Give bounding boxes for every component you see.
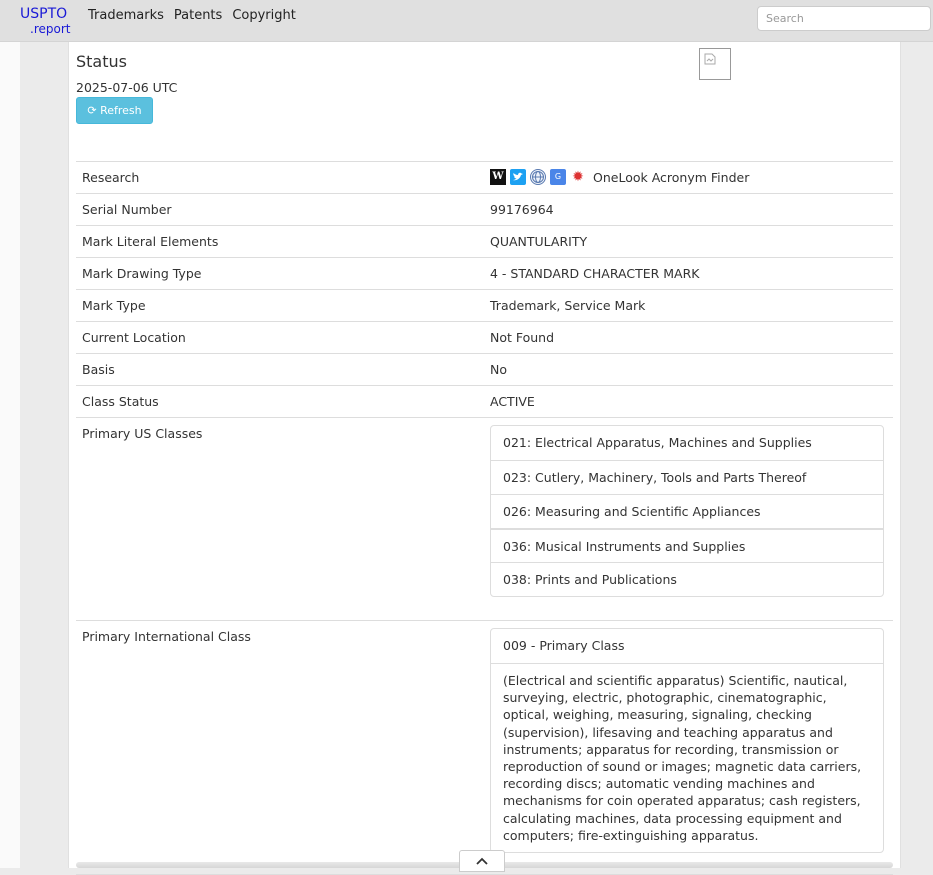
table-row: Basis No [76,353,893,385]
search-input[interactable] [757,6,931,31]
onelook-acronym-link[interactable]: OneLook Acronym Finder [593,170,749,185]
drawing-type-value: 4 - STANDARD CHARACTER MARK [490,266,700,281]
brand-title: USPTO [20,6,68,22]
brand-subtitle: .report [30,22,71,36]
table-row-us-classes: Primary US Classes 021: Electrical Appar… [76,417,893,620]
list-item: 036: Musical Instruments and Supplies [491,528,883,562]
row-label: Mark Literal Elements [82,234,219,249]
mark-image [699,48,731,80]
nav-trademarks[interactable]: Trademarks [88,8,164,23]
mark-type-value: Trademark, Service Mark [490,298,646,313]
table-row: Current Location Not Found [76,321,893,353]
class-status-value: ACTIVE [490,394,535,409]
nav-links: Trademarks Patents Copyright [88,8,296,23]
serial-number-value: 99176964 [490,202,554,217]
table-row-research: Research W G ✹ OneLook Acronym Finder [76,161,893,193]
table-row: Mark Type Trademark, Service Mark [76,289,893,321]
row-label: Primary US Classes [82,426,203,441]
row-label: Class Status [82,394,159,409]
table-row: Serial Number 99176964 [76,193,893,225]
mark-literal-value: QUANTULARITY [490,234,588,249]
list-item: 026: Measuring and Scientific Appliances [491,494,883,528]
onelook-icon[interactable]: ✹ [570,169,586,185]
basis-value: No [490,362,507,377]
scroll-to-top-button[interactable] [459,850,505,872]
nav-patents[interactable]: Patents [174,8,222,23]
row-label: Mark Drawing Type [82,266,202,281]
nav-copyright[interactable]: Copyright [232,8,296,23]
broken-image-icon [704,53,716,65]
current-location-value: Not Found [490,330,555,345]
globe-icon[interactable] [530,169,546,185]
top-navbar: USPTO .report Trademarks Patents Copyrig… [0,0,933,42]
list-item: 038: Prints and Publications [491,562,883,596]
refresh-button[interactable]: ⟳ Refresh [76,97,153,124]
research-links: W G ✹ OneLook Acronym Finder [490,169,749,185]
row-label: Mark Type [82,298,146,313]
table-row-intl-class: Primary International Class 009 - Primar… [76,620,893,875]
table-row: Mark Literal Elements QUANTULARITY [76,225,893,257]
intl-class-description: (Electrical and scientific apparatus) Sc… [503,673,862,843]
row-label: Basis [82,362,115,377]
chevron-up-icon [476,857,488,865]
brand-logo-link[interactable]: USPTO .report [20,6,70,36]
us-classes-list: 021: Electrical Apparatus, Machines and … [490,425,884,597]
row-label: Primary International Class [82,629,251,644]
row-label: Research [82,170,140,185]
table-row: Class Status ACTIVE [76,385,893,417]
status-title: Status [76,52,127,71]
status-date: 2025-07-06 UTC [76,80,178,95]
list-item: 021: Electrical Apparatus, Machines and … [503,435,812,450]
list-item: 023: Cutlery, Machinery, Tools and Parts… [491,460,883,494]
left-margin [0,42,20,868]
wikipedia-icon[interactable]: W [490,169,506,185]
details-table: Research W G ✹ OneLook Acronym Finder Se… [76,161,893,875]
intl-class-panel: 009 - Primary Class (Electrical and scie… [490,628,884,854]
google-translate-icon[interactable]: G [550,169,566,185]
intl-class-heading: 009 - Primary Class [491,629,883,664]
row-label: Serial Number [82,202,172,217]
table-row: Mark Drawing Type 4 - STANDARD CHARACTER… [76,257,893,289]
row-label: Current Location [82,330,186,345]
twitter-icon[interactable] [510,169,526,185]
